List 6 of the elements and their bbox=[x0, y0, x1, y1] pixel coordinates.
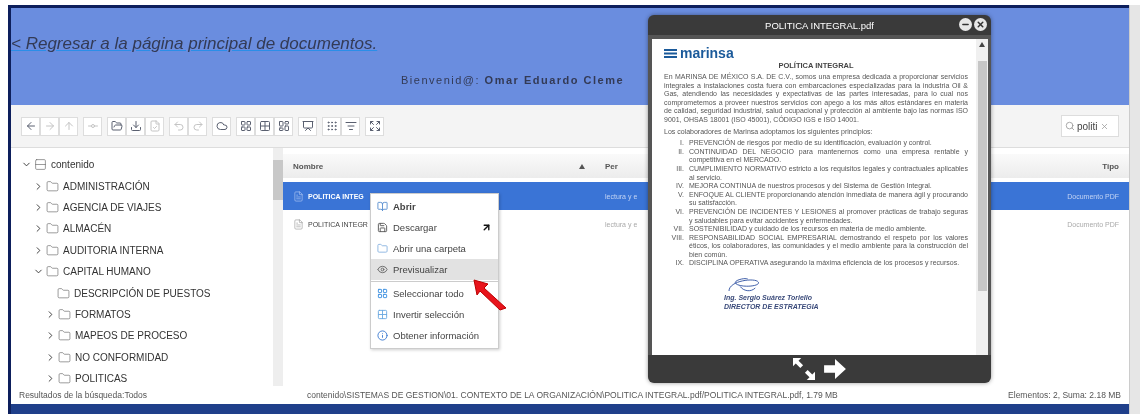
status-text: Resultados de la búsqueda:Todos bbox=[19, 390, 149, 400]
window-title: POLITICA INTEGRAL.pdf bbox=[765, 19, 874, 31]
logo-text: marinsa bbox=[680, 45, 734, 61]
file-path: contenido\SISTEMAS DE GESTION\01. CONTEXTO DE LA ORGANIZACIÓN\POLITICA INTEGRAL.pdf/POLITICA INTEGRAL.pdf, 1.79 MB bbox=[307, 390, 838, 400]
welcome-text: Bienvenid@: Omar Eduardo Cleme bbox=[401, 74, 625, 86]
status-summary: Elementos: 2, Suma: 2.18 MB bbox=[1008, 390, 1121, 400]
